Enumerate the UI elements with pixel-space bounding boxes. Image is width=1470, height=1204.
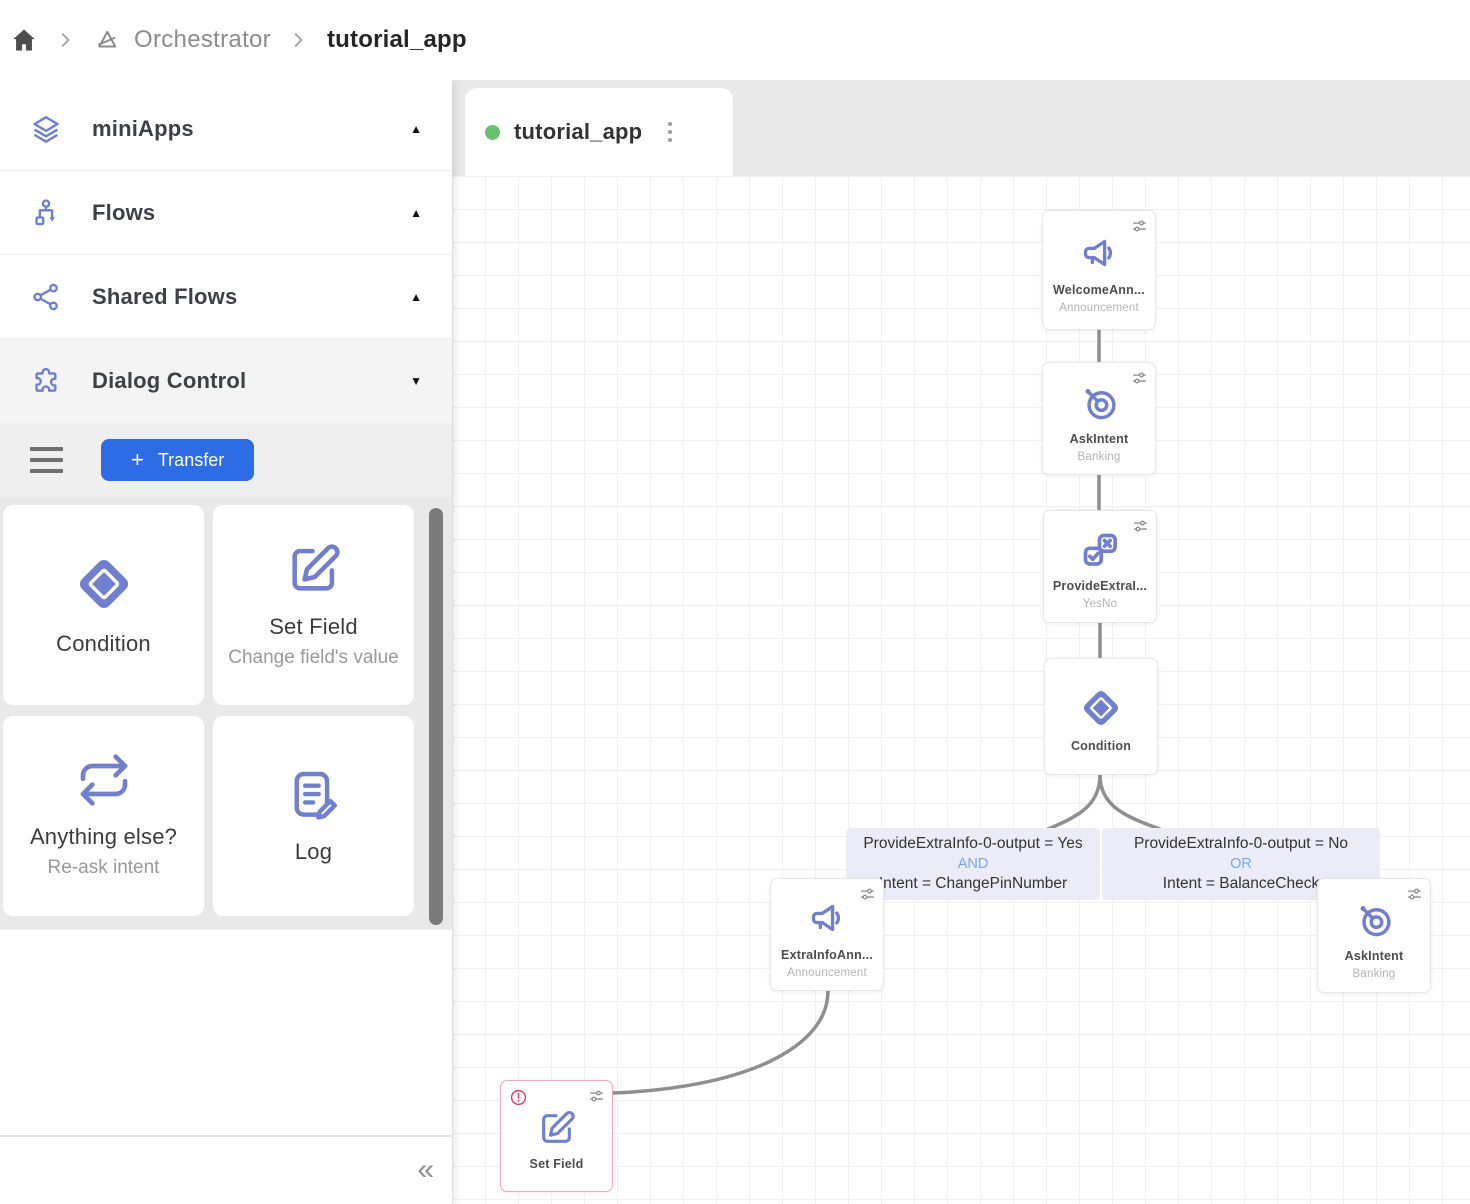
palette-card-condition[interactable]: Condition bbox=[3, 505, 204, 705]
node-subtitle: Announcement bbox=[787, 967, 867, 979]
intent-icon bbox=[1078, 381, 1120, 423]
palette-card-title: Anything else? bbox=[30, 824, 177, 850]
flow-node-welcome-announcement[interactable]: WelcomeAnn... Announcement bbox=[1042, 210, 1156, 330]
sidebar-item-label: Dialog Control bbox=[92, 368, 246, 394]
error-icon bbox=[509, 1088, 528, 1107]
flow-node-askintent[interactable]: AskIntent Banking bbox=[1042, 362, 1156, 475]
home-icon[interactable] bbox=[10, 26, 38, 54]
chevron-right-icon bbox=[56, 30, 76, 50]
hamburger-menu-icon[interactable] bbox=[30, 447, 63, 473]
collapse-arrow-icon[interactable]: ▼ bbox=[410, 374, 422, 388]
flow-node-setfield[interactable]: Set Field bbox=[500, 1080, 613, 1192]
node-subtitle: YesNo bbox=[1083, 598, 1117, 610]
node-title: WelcomeAnn... bbox=[1053, 283, 1145, 297]
flow-icon bbox=[30, 197, 64, 229]
announcement-icon bbox=[806, 897, 848, 939]
collapse-arrow-icon[interactable]: ▲ bbox=[410, 122, 422, 136]
sidebar-item-miniapps[interactable]: miniApps ▲ bbox=[0, 87, 452, 171]
tab-row: tutorial_app bbox=[452, 80, 1470, 176]
sliders-icon[interactable] bbox=[1406, 886, 1423, 903]
diamond-icon bbox=[1079, 686, 1123, 730]
breadcrumb-current-page: tutorial_app bbox=[327, 26, 467, 54]
yesno-icon bbox=[1080, 530, 1120, 570]
condition-line: ProvideExtraInfo-0-output = Yes bbox=[856, 834, 1090, 854]
repeat-icon bbox=[76, 752, 132, 808]
transfer-button-label: Transfer bbox=[158, 450, 224, 471]
palette-card-log[interactable]: Log bbox=[213, 716, 414, 916]
tab-menu-icon[interactable] bbox=[668, 122, 672, 142]
condition-line: ProvideExtraInfo-0-output = No bbox=[1112, 834, 1370, 854]
node-title: AskIntent bbox=[1345, 949, 1404, 963]
announcement-icon bbox=[1078, 232, 1120, 274]
collapse-arrow-icon[interactable]: ▲ bbox=[410, 290, 422, 304]
sidebar-item-label: Shared Flows bbox=[92, 284, 237, 310]
collapse-arrow-icon[interactable]: ▲ bbox=[410, 206, 422, 220]
sidebar-item-shared-flows[interactable]: Shared Flows ▲ bbox=[0, 255, 452, 339]
sliders-icon[interactable] bbox=[588, 1088, 605, 1105]
flow-node-askintent-2[interactable]: AskIntent Banking bbox=[1317, 878, 1431, 993]
branch-condition-label[interactable]: ProvideExtraInfo-0-output = Yes AND Inte… bbox=[846, 828, 1100, 900]
tab-tutorial-app[interactable]: tutorial_app bbox=[465, 88, 733, 176]
palette-card-subtitle: Change field's value bbox=[228, 646, 399, 670]
sidebar-item-label: Flows bbox=[92, 200, 155, 226]
sliders-icon[interactable] bbox=[1131, 370, 1148, 387]
sidebar-item-flows[interactable]: Flows ▲ bbox=[0, 171, 452, 255]
node-subtitle: Banking bbox=[1353, 968, 1396, 980]
condition-operator: OR bbox=[1112, 854, 1370, 874]
sidebar-footer: « bbox=[0, 1135, 452, 1203]
palette-card-anything-else[interactable]: Anything else? Re-ask intent bbox=[3, 716, 204, 916]
layers-icon bbox=[30, 113, 64, 145]
node-subtitle: Banking bbox=[1078, 451, 1121, 463]
palette-card-title: Log bbox=[295, 839, 332, 865]
intent-icon bbox=[1353, 898, 1395, 940]
node-title: Set Field bbox=[530, 1157, 584, 1171]
flow-node-provideextrainfo[interactable]: ProvideExtraI... YesNo bbox=[1043, 510, 1157, 623]
palette-card-title: Condition bbox=[56, 631, 151, 657]
node-title: ExtraInfoAnn... bbox=[781, 948, 873, 962]
sliders-icon[interactable] bbox=[1132, 518, 1149, 535]
node-subtitle: Announcement bbox=[1059, 302, 1139, 314]
flow-canvas[interactable]: tutorial_app ProvideExtraInfo-0-output =… bbox=[452, 80, 1470, 1204]
breadcrumb-orchestrator[interactable]: Orchestrator bbox=[134, 26, 271, 54]
sidebar-item-dialog-control[interactable]: Dialog Control ▼ bbox=[0, 339, 452, 423]
flow-node-extrainfo-announcement[interactable]: ExtraInfoAnn... Announcement bbox=[770, 878, 884, 991]
edit-icon bbox=[537, 1108, 577, 1148]
orchestrator-logo-icon bbox=[94, 27, 120, 53]
puzzle-icon bbox=[30, 365, 64, 397]
transfer-toolbar: + Transfer bbox=[0, 423, 452, 497]
sidebar: miniApps ▲ Flows ▲ Shared Flows ▲ Dialog… bbox=[0, 80, 452, 1204]
log-icon bbox=[286, 767, 342, 823]
node-title: AskIntent bbox=[1070, 432, 1129, 446]
plus-icon: + bbox=[131, 449, 144, 471]
transfer-button[interactable]: + Transfer bbox=[101, 439, 254, 481]
chevron-right-icon bbox=[289, 30, 309, 50]
canvas-grid[interactable] bbox=[452, 176, 1470, 1204]
status-dot bbox=[485, 125, 500, 140]
condition-line: Intent = ChangePinNumber bbox=[856, 874, 1090, 894]
tab-label: tutorial_app bbox=[514, 119, 642, 145]
sliders-icon[interactable] bbox=[1131, 218, 1148, 235]
breadcrumb: Orchestrator tutorial_app bbox=[0, 0, 1470, 80]
palette-card-subtitle: Re-ask intent bbox=[48, 856, 160, 880]
node-title: Condition bbox=[1071, 739, 1131, 753]
node-title: ProvideExtraI... bbox=[1053, 579, 1147, 593]
dialog-control-palette: Condition Set Field Change field's value… bbox=[0, 497, 452, 930]
collapse-sidebar-icon[interactable]: « bbox=[417, 1155, 434, 1185]
sidebar-item-label: miniApps bbox=[92, 116, 194, 142]
orchestrator-app: Orchestrator tutorial_app tutorial_app bbox=[0, 0, 1470, 1204]
flow-node-condition[interactable]: Condition bbox=[1044, 658, 1158, 775]
palette-card-set-field[interactable]: Set Field Change field's value bbox=[213, 505, 414, 705]
palette-card-title: Set Field bbox=[269, 614, 358, 640]
sliders-icon[interactable] bbox=[859, 886, 876, 903]
condition-operator: AND bbox=[856, 854, 1090, 874]
share-icon bbox=[30, 281, 64, 313]
diamond-icon bbox=[73, 553, 135, 615]
palette-scrollbar[interactable] bbox=[429, 508, 443, 925]
sidebar-empty-area bbox=[0, 930, 452, 1135]
edit-icon bbox=[285, 540, 343, 598]
